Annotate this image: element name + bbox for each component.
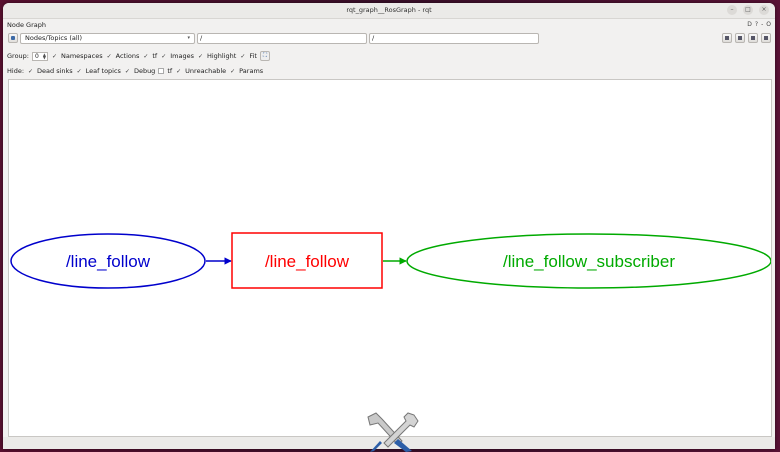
fit-in-view-button[interactable]: ⛶ (259, 51, 270, 61)
topic-label: /line_follow (265, 252, 350, 271)
node-label: /line_follow (66, 252, 151, 271)
leaf-topics-checkbox[interactable]: ✓ (76, 68, 83, 75)
refresh-button[interactable] (8, 33, 18, 43)
debug-label: Debug (133, 67, 156, 75)
namespaces-checkbox[interactable]: ✓ (51, 53, 58, 60)
fit-checkbox[interactable]: ✓ (239, 53, 246, 60)
unreachable-checkbox[interactable]: ✓ (175, 68, 182, 75)
namespace-filter-input[interactable]: / (197, 33, 367, 44)
tf-checkbox[interactable]: ✓ (142, 53, 149, 60)
save-image-button[interactable] (761, 33, 771, 43)
hide-tf-checkbox[interactable] (158, 68, 165, 74)
tools-icon (367, 412, 419, 452)
window-controls: – □ × (727, 5, 769, 15)
hide-tf-label: tf (167, 67, 173, 75)
minimize-plugin-icon[interactable]: - (761, 19, 763, 31)
file-buttons (722, 33, 771, 43)
dead-sinks-checkbox[interactable]: ✓ (27, 68, 34, 75)
params-label: Params (239, 67, 264, 75)
node-label: /line_follow_subscriber (503, 252, 675, 271)
highlight-checkbox[interactable]: ✓ (197, 53, 204, 60)
images-checkbox[interactable]: ✓ (160, 53, 167, 60)
graph-type-select[interactable]: Nodes/Topics (all) ▾ (20, 33, 195, 44)
maximize-button[interactable]: □ (743, 5, 753, 15)
fit-label: Fit (249, 52, 257, 60)
hide-options: Hide: ✓ Dead sinks ✓ Leaf topics ✓ Debug… (7, 65, 263, 77)
save-svg-button[interactable] (748, 33, 758, 43)
plugin-title: Node Graph (7, 21, 46, 29)
group-label: Group: (7, 52, 29, 60)
plugin-badge[interactable]: D (747, 19, 752, 31)
graph-type-value: Nodes/Topics (all) (25, 34, 83, 42)
tf-label: tf (152, 52, 158, 60)
actions-label: Actions (115, 52, 140, 60)
rqt-window: rqt_graph__RosGraph - rqt – □ × Node Gra… (3, 3, 775, 449)
load-button[interactable] (722, 33, 732, 43)
actions-checkbox[interactable]: ✓ (106, 53, 113, 60)
namespaces-label: Namespaces (60, 52, 103, 60)
group-value: 0 (34, 52, 39, 60)
params-checkbox[interactable]: ✓ (229, 68, 236, 75)
minimize-button[interactable]: – (727, 5, 737, 15)
save-icon (751, 36, 755, 40)
dead-sinks-label: Dead sinks (37, 67, 73, 75)
group-spinbox[interactable]: 0 ▲ ▼ (31, 51, 48, 61)
leaf-topics-label: Leaf topics (85, 67, 121, 75)
unreachable-label: Unreachable (185, 67, 227, 75)
save-icon (764, 36, 768, 40)
plugin-header: Node Graph D ? - O (3, 19, 775, 31)
topic-filter-input[interactable]: / (369, 33, 539, 44)
spin-arrows-icon[interactable]: ▲ ▼ (43, 52, 46, 59)
graph-topic-line-follow[interactable]: /line_follow (231, 232, 383, 289)
highlight-label: Highlight (206, 52, 237, 60)
plugin-controls: D ? - O (747, 19, 771, 31)
title-bar: rqt_graph__RosGraph - rqt – □ × (3, 3, 775, 19)
load-icon (725, 36, 729, 40)
chevron-down-icon: ▾ (187, 35, 190, 41)
images-label: Images (170, 52, 194, 60)
hide-label: Hide: (7, 67, 25, 75)
debug-checkbox[interactable]: ✓ (124, 68, 131, 75)
save-icon (738, 36, 742, 40)
group-options: Group: 0 ▲ ▼ ✓ Namespaces ✓ Actions ✓ tf ✓… (7, 50, 270, 62)
refresh-icon (11, 36, 15, 40)
graph-canvas[interactable]: /line_follow /line_follow /line_follow_s… (8, 79, 772, 437)
graph-node-line-follow-subscriber[interactable]: /line_follow_subscriber (406, 233, 772, 289)
save-dot-button[interactable] (735, 33, 745, 43)
ros-graph: /line_follow /line_follow /line_follow_s… (10, 232, 772, 289)
close-button[interactable]: × (759, 5, 769, 15)
filter-toolbar: Nodes/Topics (all) ▾ / / (3, 33, 775, 45)
graph-node-line-follow[interactable]: /line_follow (10, 233, 206, 289)
help-icon[interactable]: ? (755, 19, 758, 31)
window-title: rqt_graph__RosGraph - rqt (346, 6, 432, 14)
close-plugin-icon[interactable]: O (766, 19, 771, 31)
